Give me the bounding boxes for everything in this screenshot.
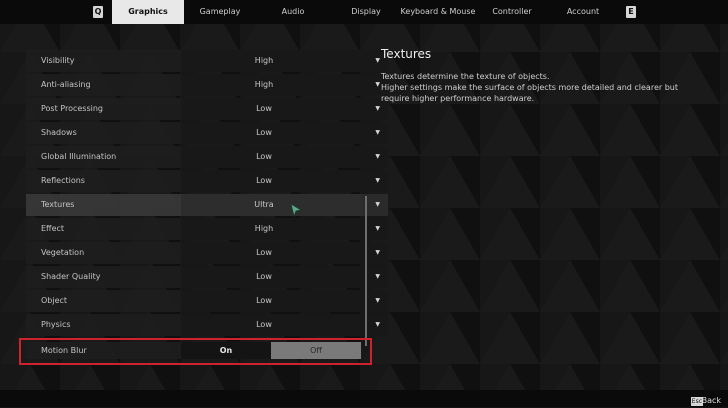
- setting-row-object[interactable]: Object Low ▼: [26, 290, 388, 312]
- setting-value: Low: [256, 272, 272, 281]
- caret-down-icon: ▼: [375, 249, 380, 256]
- tab-display[interactable]: Display: [338, 0, 394, 24]
- setting-value: Low: [256, 128, 272, 137]
- e-key-hint: E: [626, 6, 636, 18]
- setting-label: Shader Quality: [41, 272, 101, 281]
- setting-row-global-illumination[interactable]: Global Illumination Low ▼: [26, 146, 388, 168]
- setting-row-visibility[interactable]: Visibility High ▼: [26, 50, 388, 72]
- caret-down-icon: ▼: [375, 297, 380, 304]
- setting-value: High: [254, 80, 274, 89]
- setting-dropdown[interactable]: Low ▼: [181, 122, 388, 144]
- setting-row-shader-quality[interactable]: Shader Quality Low ▼: [26, 266, 388, 288]
- caret-down-icon: ▼: [375, 321, 380, 328]
- setting-dropdown[interactable]: Low ▼: [181, 170, 388, 192]
- setting-label: Post Processing: [41, 104, 103, 113]
- top-nav-bar: Q Graphics Gameplay Audio Display Keyboa…: [0, 0, 728, 24]
- setting-dropdown[interactable]: High ▼: [181, 218, 388, 240]
- setting-row-vegetation[interactable]: Vegetation Low ▼: [26, 242, 388, 264]
- setting-row-shadows[interactable]: Shadows Low ▼: [26, 122, 388, 144]
- setting-label: Global Illumination: [41, 152, 117, 161]
- description-line-1: Textures determine the texture of object…: [381, 72, 550, 81]
- caret-down-icon: ▼: [375, 105, 380, 112]
- q-key-hint: Q: [93, 6, 103, 18]
- setting-label: Anti-aliasing: [41, 80, 91, 89]
- settings-scrollbar[interactable]: [365, 196, 367, 346]
- setting-dropdown[interactable]: Low ▼: [181, 314, 388, 336]
- tab-controller[interactable]: Controller: [484, 0, 540, 24]
- setting-row-physics[interactable]: Physics Low ▼: [26, 314, 388, 336]
- caret-down-icon: ▼: [375, 153, 380, 160]
- tab-account[interactable]: Account: [556, 0, 610, 24]
- setting-dropdown[interactable]: Ultra ▼: [181, 194, 388, 216]
- setting-value: Low: [256, 104, 272, 113]
- setting-label: Effect: [41, 224, 65, 233]
- setting-label: Object: [41, 296, 68, 305]
- caret-down-icon: ▼: [375, 225, 380, 232]
- setting-value: Ultra: [254, 200, 274, 209]
- setting-value: Low: [256, 296, 272, 305]
- setting-label: Vegetation: [41, 248, 85, 257]
- setting-dropdown[interactable]: Low ▼: [181, 146, 388, 168]
- setting-dropdown[interactable]: Low ▼: [181, 242, 388, 264]
- caret-down-icon: ▼: [375, 177, 380, 184]
- setting-row-textures[interactable]: Textures Ultra ▼: [26, 194, 388, 216]
- tab-graphics[interactable]: Graphics: [112, 0, 184, 24]
- setting-label: Shadows: [41, 128, 77, 137]
- setting-value: Low: [256, 176, 272, 185]
- setting-dropdown[interactable]: High ▼: [181, 50, 388, 72]
- description-line-2: Higher settings make the surface of obje…: [381, 83, 678, 103]
- setting-value: Low: [256, 152, 272, 161]
- caret-down-icon: ▼: [375, 57, 380, 64]
- setting-description-panel: Textures Textures determine the texture …: [381, 45, 681, 104]
- setting-row-post-processing[interactable]: Post Processing Low ▼: [26, 98, 388, 120]
- setting-value: Low: [256, 248, 272, 257]
- description-title: Textures: [381, 47, 432, 61]
- setting-dropdown[interactable]: Low ▼: [181, 98, 388, 120]
- setting-dropdown[interactable]: High ▼: [181, 74, 388, 96]
- mouse-cursor-icon: [290, 203, 302, 217]
- caret-down-icon: ▼: [375, 201, 380, 208]
- setting-label: Physics: [41, 320, 71, 329]
- setting-row-effect[interactable]: Effect High ▼: [26, 218, 388, 240]
- graphics-settings-list: Visibility High ▼ Anti-aliasing High ▼ P…: [26, 50, 388, 338]
- setting-label: Textures: [41, 200, 75, 209]
- setting-label: Visibility: [41, 56, 75, 65]
- bottom-bar: [0, 390, 728, 407]
- motion-blur-highlight-box: [19, 338, 372, 365]
- setting-dropdown[interactable]: Low ▼: [181, 266, 388, 288]
- back-button[interactable]: Back: [702, 394, 721, 408]
- caret-down-icon: ▼: [375, 81, 380, 88]
- setting-label: Reflections: [41, 176, 85, 185]
- tab-gameplay[interactable]: Gameplay: [190, 0, 250, 24]
- setting-value: Low: [256, 320, 272, 329]
- caret-down-icon: ▼: [375, 273, 380, 280]
- tab-audio[interactable]: Audio: [266, 0, 320, 24]
- setting-row-reflections[interactable]: Reflections Low ▼: [26, 170, 388, 192]
- setting-row-anti-aliasing[interactable]: Anti-aliasing High ▼: [26, 74, 388, 96]
- tab-keyboard-mouse[interactable]: Keyboard & Mouse: [400, 0, 476, 24]
- setting-dropdown[interactable]: Low ▼: [181, 290, 388, 312]
- setting-value: High: [254, 224, 274, 233]
- caret-down-icon: ▼: [375, 129, 380, 136]
- setting-value: High: [254, 56, 274, 65]
